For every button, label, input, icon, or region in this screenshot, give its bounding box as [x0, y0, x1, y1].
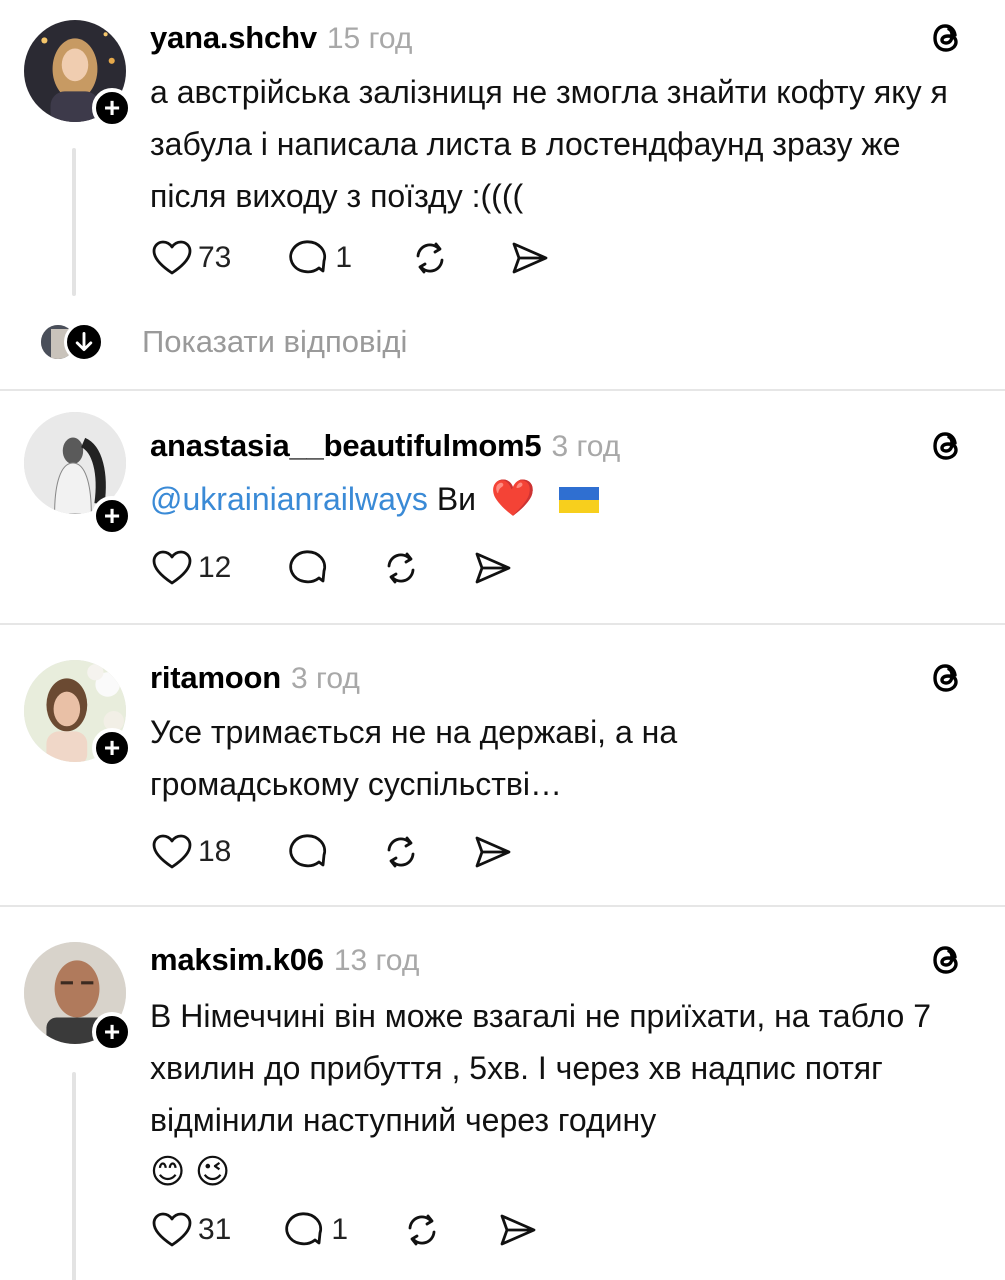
- divider: [0, 905, 1005, 907]
- like-button[interactable]: 12: [150, 546, 231, 590]
- repost-icon: [387, 552, 415, 584]
- follow-button[interactable]: +: [92, 728, 132, 768]
- reply-button[interactable]: [287, 830, 331, 874]
- repost-icon: [408, 1214, 436, 1246]
- like-count: 12: [198, 551, 232, 584]
- follow-button[interactable]: +: [92, 88, 132, 128]
- like-count: 31: [198, 1213, 232, 1246]
- follow-button[interactable]: +: [92, 496, 132, 536]
- username[interactable]: ritamoon: [150, 660, 281, 696]
- username[interactable]: yana.shchv: [150, 20, 317, 56]
- repost-icon: [416, 242, 444, 274]
- follow-button[interactable]: +: [92, 1012, 132, 1052]
- repost-button[interactable]: [408, 236, 452, 280]
- post-text-body: Ви: [436, 481, 477, 517]
- threads-logo-icon[interactable]: [928, 940, 968, 980]
- show-replies-label[interactable]: Показати відповіді: [142, 324, 407, 360]
- post-text-body: В Німеччині він може взагалі не приїхати…: [150, 998, 931, 1138]
- heart-icon: [152, 834, 192, 869]
- post-text: а австрійська залізниця не змогла знайти…: [150, 74, 948, 214]
- share-button[interactable]: [471, 830, 515, 874]
- send-icon: [500, 1214, 536, 1246]
- post-time: 15 год: [326, 22, 413, 55]
- arrow-down-icon: [64, 322, 104, 362]
- post-anastasia: + anastasia__beautifulmom5 3 год @ukrain…: [0, 392, 1005, 622]
- repost-button[interactable]: [379, 830, 423, 874]
- like-count: 73: [198, 241, 232, 274]
- post-text: В Німеччині він може взагалі не приїхати…: [150, 990, 980, 1198]
- repost-icon: [387, 836, 415, 868]
- send-icon: [512, 242, 548, 274]
- emoji-line: 😊 😉: [150, 1153, 231, 1191]
- show-replies[interactable]: Показати відповіді: [38, 322, 407, 362]
- threads-logo-icon[interactable]: [928, 658, 968, 698]
- mention-link[interactable]: @ukrainianrailways: [150, 481, 428, 517]
- reply-button[interactable]: [287, 546, 331, 590]
- heart-emoji: ❤️: [490, 477, 536, 518]
- reply-button[interactable]: 1: [283, 1208, 348, 1252]
- thread-line: [72, 148, 76, 296]
- post-time: 13 год: [333, 944, 420, 977]
- thread-line: [72, 1072, 76, 1280]
- username[interactable]: maksim.k06: [150, 942, 324, 978]
- reply-button[interactable]: 1: [287, 236, 352, 280]
- like-button[interactable]: 18: [150, 830, 231, 874]
- post-yana: + yana.shchv 15 год а австрійська залізн…: [0, 0, 1005, 390]
- like-button[interactable]: 31: [150, 1208, 231, 1252]
- like-button[interactable]: 73: [150, 236, 231, 280]
- reply-count: 1: [335, 241, 353, 274]
- repost-button[interactable]: [379, 546, 423, 590]
- like-count: 18: [198, 835, 232, 868]
- post-ritamoon: + ritamoon 3 год Усе тримається не на де…: [0, 626, 1005, 904]
- reply-count: 1: [331, 1213, 349, 1246]
- post-time: 3 год: [291, 662, 360, 695]
- heart-icon: [152, 1212, 192, 1247]
- comment-icon: [289, 834, 327, 868]
- heart-icon: [152, 550, 192, 585]
- share-button[interactable]: [508, 236, 552, 280]
- share-button[interactable]: [496, 1208, 540, 1252]
- send-icon: [475, 552, 511, 584]
- send-icon: [475, 836, 511, 868]
- divider: [0, 389, 1005, 391]
- threads-logo-icon[interactable]: [928, 18, 968, 58]
- comment-icon: [289, 240, 327, 274]
- post-text: Усе тримається не на державі, а на грома…: [150, 714, 678, 802]
- post-maksim: + maksim.k06 13 год В Німеччині він може…: [0, 908, 1005, 1280]
- post-text: @ukrainianrailways Ви ❤️: [150, 472, 980, 525]
- ukraine-flag-icon: [558, 487, 599, 513]
- heart-icon: [152, 240, 192, 275]
- divider: [0, 623, 1005, 625]
- threads-logo-icon[interactable]: [928, 426, 968, 466]
- post-time: 3 год: [551, 430, 621, 463]
- repost-button[interactable]: [400, 1208, 444, 1252]
- share-button[interactable]: [471, 546, 515, 590]
- comment-icon: [285, 1212, 323, 1246]
- comment-icon: [289, 550, 327, 584]
- username[interactable]: anastasia__beautifulmom5: [150, 428, 542, 464]
